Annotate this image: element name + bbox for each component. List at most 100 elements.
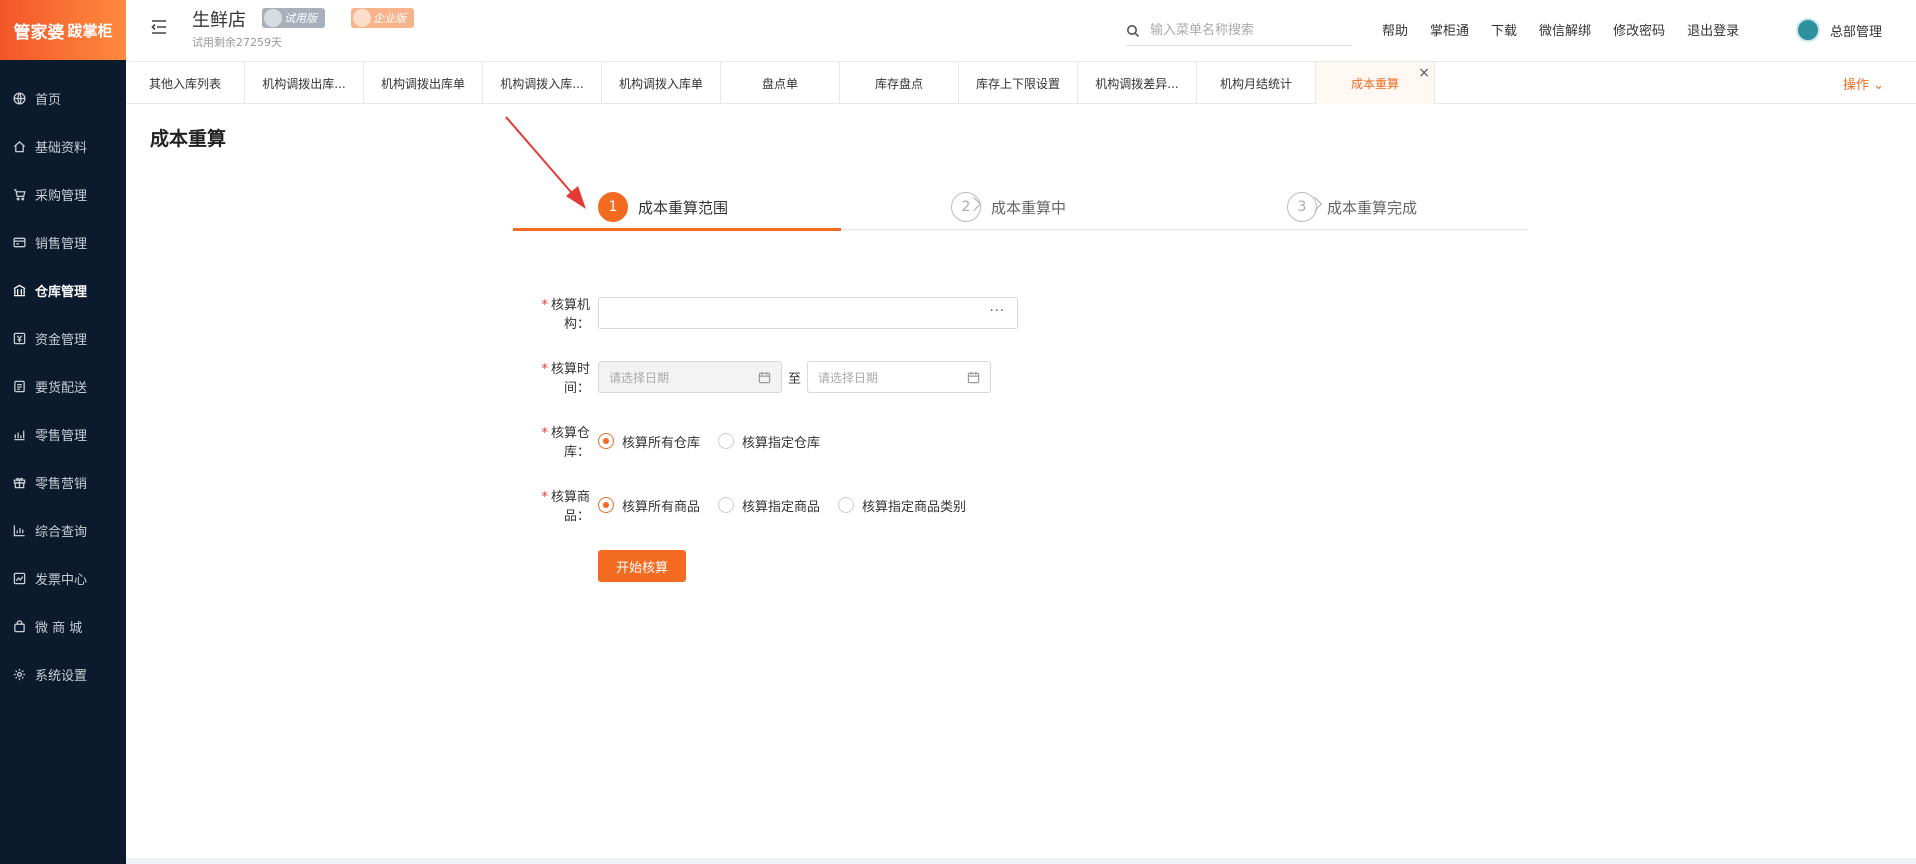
- zhanguitong-link[interactable]: 掌柜通: [1430, 20, 1469, 39]
- sidebar-item-label: 综合查询: [35, 524, 88, 540]
- calendar-icon: [758, 371, 771, 383]
- sidebar-item-marketing[interactable]: 零售营销: [0, 458, 126, 506]
- home-icon: [12, 139, 26, 153]
- ellipsis-icon[interactable]: ···: [990, 304, 1005, 319]
- card-icon: [12, 235, 26, 249]
- main-content: 成本重算 1 成本重算范围 2 成本重算中 3 成本重算完成 * 核算机构： ··…: [126, 104, 1916, 858]
- radio-circle: [598, 497, 614, 513]
- sidebar-item-mall[interactable]: 微 商 城: [0, 602, 126, 650]
- app-logo[interactable]: 管家婆 跋掌柜: [0, 0, 126, 60]
- search-input[interactable]: [1150, 23, 1340, 38]
- tab-inventory-count[interactable]: 库存盘点: [840, 62, 959, 104]
- radio-circle: [718, 497, 735, 513]
- sidebar-item-funds[interactable]: 资金管理: [0, 314, 126, 362]
- search-icon: [1127, 24, 1140, 37]
- radio-circle: [718, 433, 735, 449]
- trend-icon: [12, 571, 26, 585]
- sidebar-item-warehouse[interactable]: 仓库管理: [0, 266, 126, 314]
- sidebar-item-label: 资金管理: [35, 332, 88, 348]
- goods-label: * 核算商品：: [541, 490, 590, 524]
- sidebar-item-label: 仓库管理: [35, 284, 88, 300]
- sidebar-item-sales[interactable]: 销售管理: [0, 218, 126, 266]
- header-links: 帮助 掌柜通 下载 微信解绑 修改密码 退出登录: [1382, 20, 1761, 39]
- sidebar-item-invoice[interactable]: 发票中心: [0, 554, 126, 602]
- sidebar-item-purchase[interactable]: 采购管理: [0, 170, 126, 218]
- radio-specific-warehouse[interactable]: 核算指定仓库: [718, 432, 820, 451]
- radio-specific-category[interactable]: 核算指定商品类别: [838, 496, 966, 515]
- sidebar-item-label: 采购管理: [35, 188, 88, 204]
- enterprise-badge-label: 企业版: [373, 12, 406, 25]
- page-title: 成本重算: [150, 128, 227, 150]
- star-icon: [353, 9, 371, 27]
- sidebar-item-label: 系统设置: [35, 668, 88, 684]
- org-field[interactable]: ···: [598, 297, 1018, 329]
- tab-transfer-outbound-list[interactable]: 机构调拨出库...: [245, 62, 364, 104]
- org-label: * 核算机构：: [541, 298, 590, 332]
- radio-all-warehouses[interactable]: 核算所有仓库: [598, 432, 700, 451]
- close-icon[interactable]: ×: [1418, 66, 1430, 80]
- sidebar-item-label: 发票中心: [35, 572, 88, 588]
- time-label: * 核算时间：: [541, 362, 590, 396]
- sidebar-item-basic-data[interactable]: 基础资料: [0, 122, 126, 170]
- user-name: 总部管理: [1830, 24, 1883, 40]
- radio-circle: [838, 497, 855, 513]
- gift-icon: [12, 475, 26, 489]
- sidebar-item-query[interactable]: 综合查询: [0, 506, 126, 554]
- tab-transfer-inbound-order[interactable]: 机构调拨入库单: [602, 62, 721, 104]
- start-date-field[interactable]: 请选择日期: [598, 361, 782, 393]
- step-2: 2 成本重算中: [951, 184, 1066, 230]
- sidebar-item-delivery[interactable]: 要货配送: [0, 362, 126, 410]
- step-number: 2: [951, 192, 981, 222]
- bank-icon: [12, 283, 26, 297]
- sidebar-item-retail[interactable]: 零售管理: [0, 410, 126, 458]
- radio-circle: [598, 433, 614, 449]
- monitor-icon: [264, 9, 282, 27]
- sidebar: 管家婆 跋掌柜 首页 基础资料 采购管理 销售管理 仓库管理 资金管理 要货配送…: [0, 0, 126, 864]
- sidebar-item-label: 要货配送: [35, 380, 88, 396]
- help-link[interactable]: 帮助: [1382, 20, 1408, 39]
- tab-stock-limits[interactable]: 库存上下限设置: [959, 62, 1078, 104]
- sidebar-item-home[interactable]: 首页: [0, 74, 126, 122]
- sidebar-item-label: 零售营销: [35, 476, 88, 492]
- radio-specific-goods[interactable]: 核算指定商品: [718, 496, 820, 515]
- step-number: 3: [1287, 192, 1317, 222]
- sidebar-item-label: 零售管理: [35, 428, 88, 444]
- org-row: * 核算机构： ···: [518, 294, 1018, 332]
- tab-stocktake-order[interactable]: 盘点单: [721, 62, 840, 104]
- menu-search: [1126, 16, 1352, 46]
- tab-cost-recalc[interactable]: 成本重算 ×: [1316, 62, 1435, 104]
- top-header: 生鲜店 试用版 企业版 试用剩余27259天 帮助 掌柜通 下载 微信解绑 修改…: [126, 0, 1916, 62]
- trial-badge-label: 试用版: [284, 12, 317, 25]
- step-label: 成本重算完成: [1327, 198, 1418, 217]
- tab-transfer-diff[interactable]: 机构调拨差异...: [1078, 62, 1197, 104]
- user-menu[interactable]: 总部管理: [1796, 18, 1882, 42]
- wechat-unbind-link[interactable]: 微信解绑: [1539, 20, 1591, 39]
- sidebar-nav: 首页 基础资料 采购管理 销售管理 仓库管理 资金管理 要货配送 零售管理 零售…: [0, 74, 126, 698]
- cart-icon: [12, 187, 26, 201]
- trial-badge: 试用版: [262, 8, 325, 28]
- tab-label: 成本重算: [1350, 76, 1399, 91]
- tab-transfer-inbound-list[interactable]: 机构调拨入库...: [483, 62, 602, 104]
- tab-transfer-outbound-order[interactable]: 机构调拨出库单: [364, 62, 483, 104]
- step-3: 3 成本重算完成: [1287, 184, 1417, 230]
- logo-sub: 跋掌柜: [67, 21, 113, 40]
- tab-bar: 其他入库列表 机构调拨出库... 机构调拨出库单 机构调拨入库... 机构调拨入…: [126, 62, 1916, 104]
- logout-link[interactable]: 退出登录: [1687, 20, 1739, 39]
- tab-operations-dropdown[interactable]: 操作 ⌄: [1843, 74, 1884, 93]
- sidebar-item-settings[interactable]: 系统设置: [0, 650, 126, 698]
- download-link[interactable]: 下载: [1491, 20, 1517, 39]
- radio-all-goods[interactable]: 核算所有商品: [598, 496, 700, 515]
- time-row: * 核算时间： 请选择日期 至 请选择日期: [518, 358, 992, 396]
- globe-icon: [12, 91, 26, 105]
- sidebar-item-label: 销售管理: [35, 236, 88, 252]
- menu-collapse-icon[interactable]: [150, 18, 168, 36]
- change-password-link[interactable]: 修改密码: [1613, 20, 1665, 39]
- end-date-field[interactable]: 请选择日期: [807, 361, 992, 393]
- store-name[interactable]: 生鲜店: [192, 6, 246, 32]
- bag-icon: [12, 619, 26, 633]
- tab-monthly-close[interactable]: 机构月结统计: [1197, 62, 1316, 104]
- money-icon: [12, 331, 26, 345]
- tab-other-inbound-list[interactable]: 其他入库列表: [126, 62, 245, 104]
- chart-icon: [12, 427, 26, 441]
- start-calculation-button[interactable]: 开始核算: [598, 550, 686, 582]
